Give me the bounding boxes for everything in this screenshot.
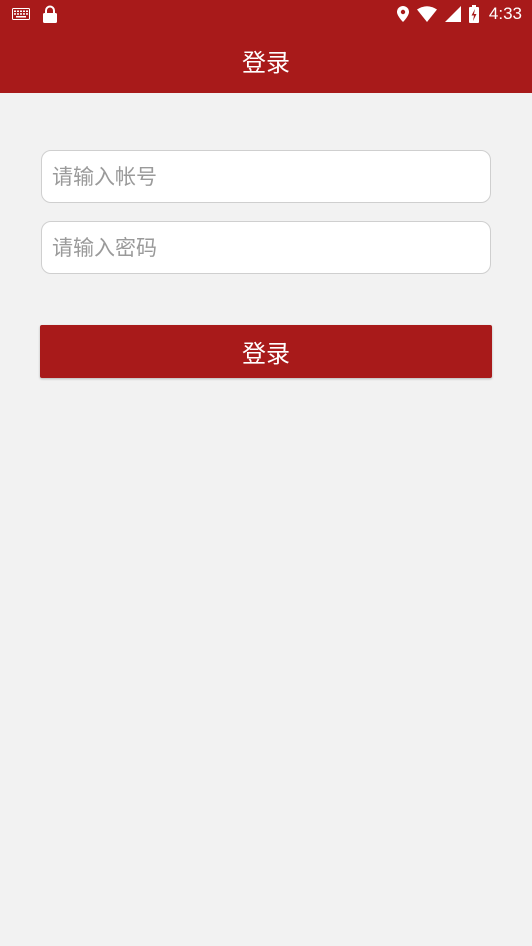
account-input[interactable] (41, 150, 491, 203)
signal-icon (444, 6, 461, 22)
lock-icon (42, 5, 58, 23)
page-title: 登录 (242, 49, 290, 77)
password-input[interactable] (41, 221, 491, 274)
battery-charging-icon (468, 5, 479, 23)
app-bar: 登录 (0, 28, 532, 93)
status-bar: 4:33 (0, 0, 532, 28)
status-time: 4:33 (488, 4, 522, 23)
login-button[interactable]: 登录 (40, 325, 492, 378)
keyboard-icon (12, 8, 30, 20)
status-bar-left (12, 5, 58, 23)
status-bar-right: 4:33 (396, 4, 522, 24)
wifi-icon (416, 6, 437, 22)
location-icon (396, 6, 409, 22)
